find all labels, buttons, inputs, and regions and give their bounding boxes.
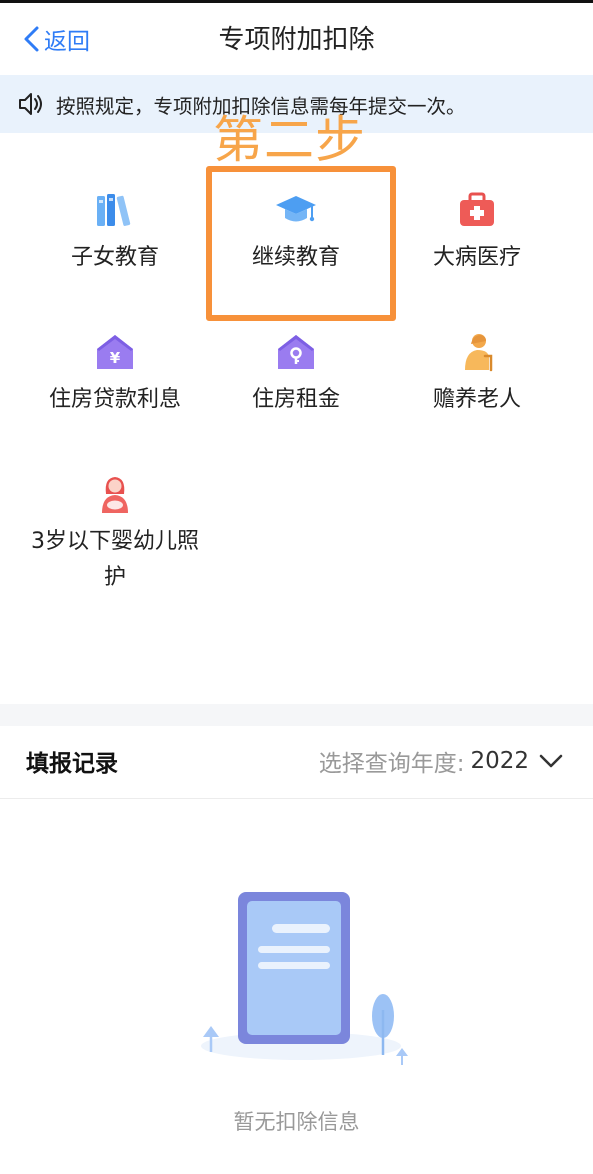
mother-baby-icon [102, 477, 128, 513]
category-label: 住房贷款利息 [48, 387, 181, 412]
category-label: 3岁以下婴幼儿照护 [31, 529, 199, 590]
category-housing-loan-interest[interactable]: ¥ 住房贷款利息 [20, 330, 210, 418]
year-prompt: 选择查询年度: [318, 751, 465, 777]
books-icon [97, 194, 131, 226]
section-divider [0, 704, 593, 726]
speaker-icon [19, 93, 42, 115]
svg-text:¥: ¥ [110, 349, 121, 367]
chevron-down-icon [539, 754, 563, 768]
elderly-icon [465, 334, 493, 372]
category-label: 大病医疗 [432, 245, 521, 270]
year-selector[interactable]: 选择查询年度: 2022 [319, 744, 563, 778]
category-continuing-education[interactable]: 继续教育 [201, 188, 391, 276]
records-header: 填报记录 选择查询年度: 2022 [0, 726, 593, 799]
category-serious-illness[interactable]: 大病医疗 [382, 188, 572, 276]
medical-kit-icon [460, 192, 494, 226]
category-label: 赡养老人 [432, 387, 521, 412]
year-value: 2022 [470, 748, 529, 774]
nav-header: 返回 专项附加扣除 [0, 3, 593, 75]
category-infant-care[interactable]: 3岁以下婴幼儿照护 [20, 472, 210, 596]
records-title: 填报记录 [26, 751, 118, 777]
step-annotation-label: 第二步 [213, 111, 366, 169]
category-label: 继续教育 [251, 245, 340, 270]
category-label: 子女教育 [70, 245, 159, 270]
house-key-icon [278, 335, 314, 369]
empty-state-text: 暂无扣除信息 [233, 1110, 360, 1134]
category-children-education[interactable]: 子女教育 [20, 188, 210, 276]
house-yuan-icon: ¥ [97, 335, 133, 369]
empty-document-illustration [201, 892, 408, 1065]
category-label: 住房租金 [251, 387, 340, 412]
page-title: 专项附加扣除 [218, 25, 375, 55]
category-elderly-support[interactable]: 赡养老人 [382, 330, 572, 418]
graduation-cap-icon [276, 196, 316, 222]
category-housing-rent[interactable]: 住房租金 [201, 330, 391, 418]
